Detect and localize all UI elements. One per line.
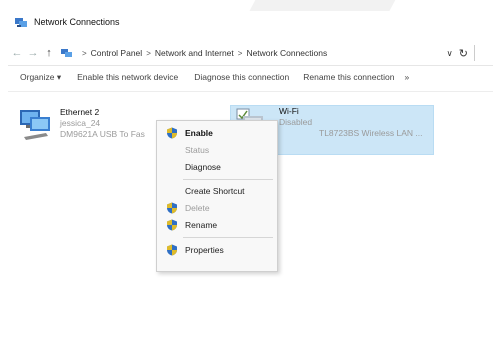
menu-item-status[interactable]: Status (157, 142, 277, 158)
menu-separator (183, 179, 273, 180)
breadcrumb-control-panel[interactable]: Control Panel (91, 48, 143, 58)
menu-item-properties[interactable]: Properties (157, 242, 277, 258)
search-box-edge[interactable] (474, 45, 485, 61)
connection-status: Disabled (279, 117, 313, 127)
address-bar: ← → ↑ > Control Panel > Network and Inte… (8, 42, 493, 64)
menu-item-label: Delete (185, 203, 210, 213)
divider (8, 91, 493, 92)
menu-item-create-shortcut[interactable]: Create Shortcut (157, 183, 277, 199)
connection-name: Ethernet 2 (60, 107, 100, 117)
diagnose-button[interactable]: Diagnose this connection (194, 72, 289, 82)
title-bar: Network Connections (8, 11, 493, 33)
up-button[interactable]: ↑ (42, 47, 56, 59)
uac-shield-icon (167, 244, 177, 256)
refresh-icon[interactable]: ↻ (459, 47, 468, 60)
menu-separator (183, 237, 273, 238)
breadcrumb-separator: > (237, 48, 243, 58)
control-panel-icon (61, 49, 72, 57)
breadcrumb-network-connections[interactable]: Network Connections (246, 48, 327, 58)
enable-device-button[interactable]: Enable this network device (77, 72, 178, 82)
connection-device: DM9621A USB To Fas (60, 129, 145, 139)
rename-button[interactable]: Rename this connection (303, 72, 394, 82)
window-title: Network Connections (34, 17, 120, 27)
forward-button[interactable]: → (26, 47, 40, 59)
uac-shield-icon (167, 202, 177, 214)
command-bar: Organize ▾ Enable this network device Di… (8, 68, 493, 86)
connection-status: jessica_24 (60, 118, 101, 128)
menu-item-diagnose[interactable]: Diagnose (157, 159, 277, 175)
menu-item-rename[interactable]: Rename (157, 217, 277, 233)
menu-item-label: Create Shortcut (185, 186, 245, 196)
menu-item-label: Enable (185, 128, 213, 138)
ethernet-adapter-icon (20, 110, 50, 140)
menu-item-delete[interactable]: Delete (157, 200, 277, 216)
menu-item-label: Rename (185, 220, 218, 230)
menu-item-label: Properties (185, 245, 224, 255)
breadcrumb-network-and-internet[interactable]: Network and Internet (155, 48, 234, 58)
organize-button[interactable]: Organize ▾ (20, 72, 61, 83)
menu-item-enable[interactable]: Enable (157, 125, 277, 141)
address-dropdown-icon[interactable]: ∨ (447, 48, 453, 59)
uac-shield-icon (167, 219, 177, 231)
breadcrumb: > Control Panel > Network and Internet >… (78, 48, 327, 58)
breadcrumb-separator: > (82, 48, 87, 58)
uac-shield-icon (167, 127, 177, 139)
address-controls: ∨ ↻ (447, 45, 485, 61)
connection-device: TL8723BS Wireless LAN ... (319, 128, 423, 138)
divider (8, 65, 493, 66)
menu-item-label: Diagnose (185, 162, 221, 172)
more-commands-button[interactable]: » (404, 72, 409, 82)
breadcrumb-separator: > (146, 48, 151, 58)
context-menu: Enable Status Diagnose Create Shortcut D… (156, 120, 278, 272)
back-button[interactable]: ← (10, 47, 24, 59)
connection-name: Wi-Fi (279, 106, 299, 116)
menu-item-label: Status (185, 145, 210, 155)
network-connections-icon (15, 18, 27, 27)
